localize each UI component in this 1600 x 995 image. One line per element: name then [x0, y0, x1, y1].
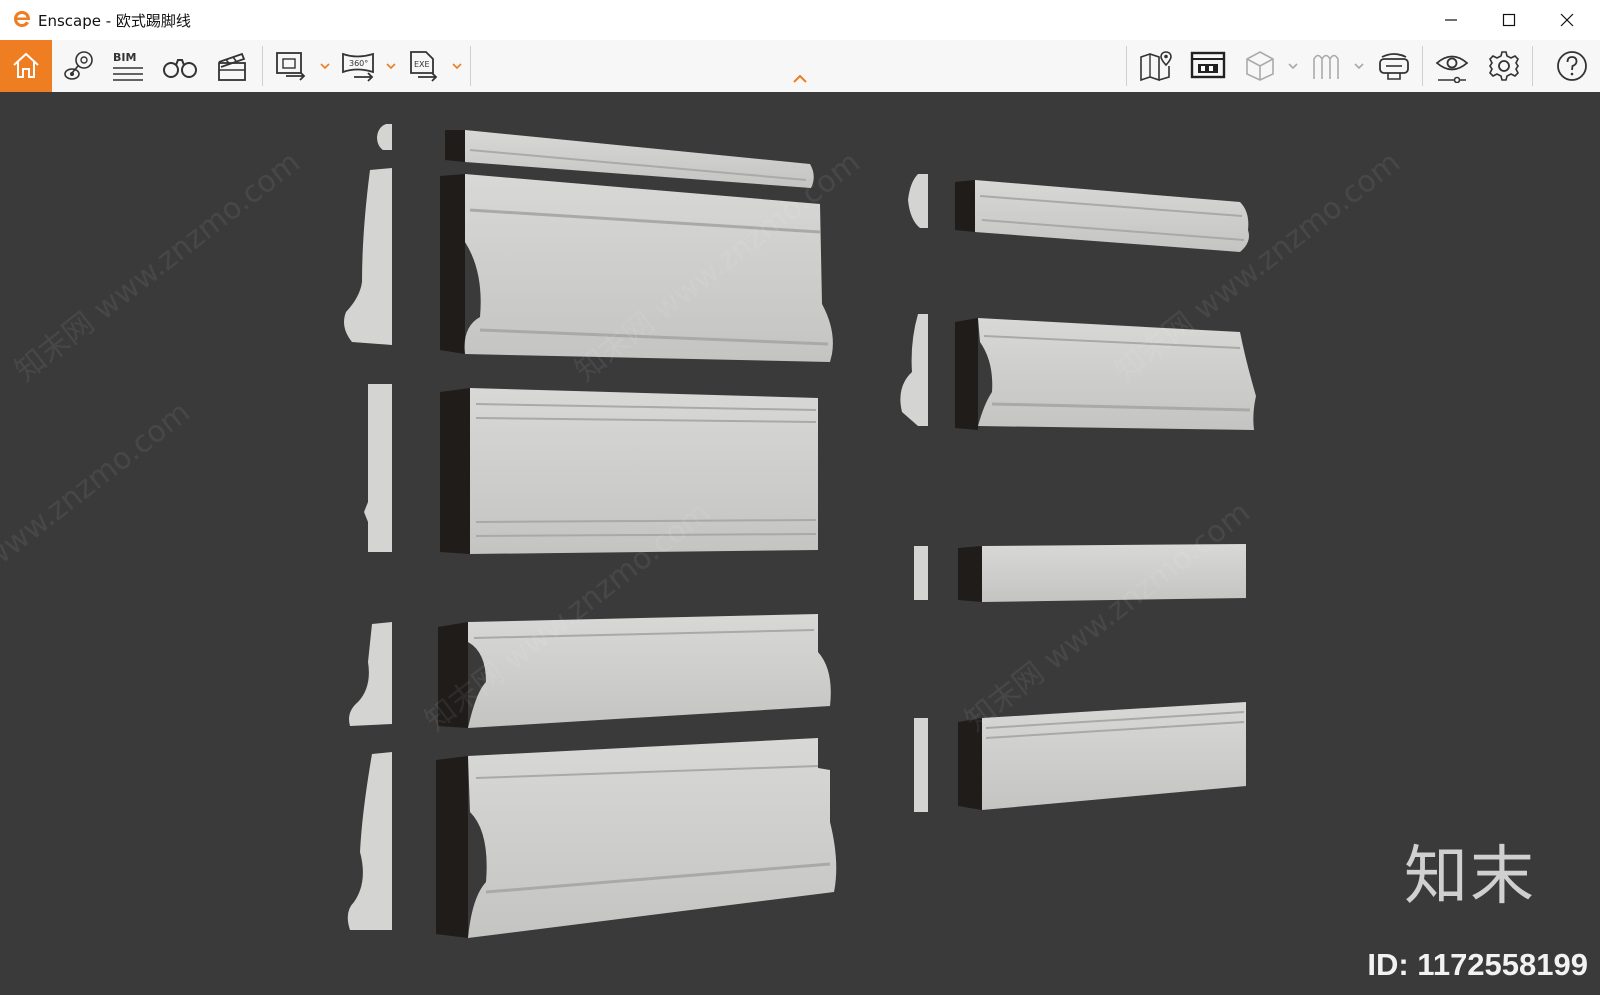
- render-viewport[interactable]: 知末网 www.znzmo.com 知末网 www.znzmo.com 知末网 …: [0, 92, 1600, 995]
- maximize-icon: [1502, 13, 1516, 27]
- walk-mode-button[interactable]: [160, 46, 200, 86]
- gear-icon: [1489, 51, 1519, 81]
- cube-icon: [1246, 51, 1274, 81]
- settings-button[interactable]: [1484, 46, 1524, 86]
- profile-section-8: [914, 546, 928, 600]
- clapperboard-icon: [218, 52, 246, 81]
- close-icon: [1560, 13, 1574, 27]
- columns-icon: [1313, 54, 1339, 79]
- image-export-icon: [276, 52, 306, 81]
- close-button[interactable]: [1538, 0, 1596, 40]
- bim-icon: BIM: [113, 51, 143, 81]
- toolbar-separator: [1422, 46, 1423, 86]
- enscape-toolbar: BIM 360° EXE: [0, 40, 1600, 93]
- home-icon: [13, 52, 39, 78]
- toolbar-separator: [470, 46, 471, 86]
- profile-section-6: [908, 174, 928, 228]
- id-label: ID: 1172558199: [1367, 947, 1588, 982]
- toolbar-separator: [1532, 46, 1533, 86]
- screenshot-export-button[interactable]: [272, 46, 312, 86]
- model-shadow: [958, 546, 982, 602]
- model-shadow: [440, 174, 465, 354]
- model-shadow: [440, 388, 470, 554]
- exe-label: EXE: [414, 60, 430, 69]
- home-button[interactable]: [0, 40, 52, 92]
- bim-label: BIM: [113, 51, 136, 64]
- eye-icon: [1435, 55, 1469, 83]
- panorama-export-button[interactable]: 360°: [338, 46, 380, 86]
- model-shadow: [955, 318, 978, 430]
- visual-settings-button[interactable]: [1432, 46, 1472, 86]
- collapse-toolbar-chevron-up-icon[interactable]: [792, 74, 808, 84]
- enscape-logo-icon: [14, 11, 30, 27]
- profile-section-1: [377, 124, 392, 150]
- video-editor-button[interactable]: [212, 46, 252, 86]
- window-title: Enscape - 欧式踢脚线: [38, 12, 191, 30]
- help-button[interactable]: [1552, 46, 1592, 86]
- profile-section-7: [900, 314, 928, 426]
- chevron-down-icon[interactable]: [320, 62, 330, 70]
- chevron-down-icon[interactable]: [1354, 62, 1364, 70]
- vr-headset-icon: [1379, 53, 1409, 80]
- panorama-label: 360°: [349, 59, 368, 68]
- standalone-export-button[interactable]: EXE: [404, 46, 444, 86]
- profile-section-9: [914, 718, 928, 812]
- chevron-down-icon[interactable]: [1288, 62, 1298, 70]
- skirting-model-9: [982, 702, 1246, 810]
- toolbar-separator: [262, 46, 263, 86]
- chevron-down-icon[interactable]: [452, 62, 462, 70]
- brand-watermark: 知末: [1404, 840, 1536, 914]
- skirting-model-6: [975, 180, 1249, 252]
- profile-section-4: [349, 622, 392, 726]
- binoculars-icon: [163, 59, 197, 78]
- model-shadow: [436, 756, 468, 938]
- exe-file-icon: EXE: [410, 51, 438, 82]
- asset-library-icon: [1190, 51, 1226, 79]
- maximize-button[interactable]: [1480, 0, 1538, 40]
- profile-section-2: [344, 168, 392, 345]
- model-shadow: [955, 180, 975, 232]
- minimize-icon: [1445, 19, 1457, 21]
- minimize-button[interactable]: [1422, 0, 1480, 40]
- map-icon: [1140, 51, 1172, 82]
- view-mode-button[interactable]: [1240, 46, 1280, 86]
- skirting-models-scene: [344, 124, 1256, 938]
- section-view-button[interactable]: [1306, 46, 1346, 86]
- vr-headset-button[interactable]: [1374, 46, 1414, 86]
- map-button[interactable]: [1136, 46, 1176, 86]
- asset-library-button[interactable]: [1188, 46, 1228, 86]
- chevron-down-icon[interactable]: [386, 62, 396, 70]
- profile-section-3: [364, 384, 392, 552]
- model-shadow: [445, 130, 465, 162]
- title-bar: Enscape - 欧式踢脚线: [0, 0, 1600, 40]
- bim-button[interactable]: BIM: [108, 46, 148, 86]
- skirting-model-7: [978, 318, 1256, 430]
- views-button[interactable]: [58, 46, 102, 86]
- toolbar-separator: [1126, 46, 1127, 86]
- panorama-icon: 360°: [342, 52, 374, 82]
- map-pin-icon: [64, 51, 93, 80]
- profile-section-5: [347, 752, 392, 930]
- help-icon: [1557, 51, 1587, 81]
